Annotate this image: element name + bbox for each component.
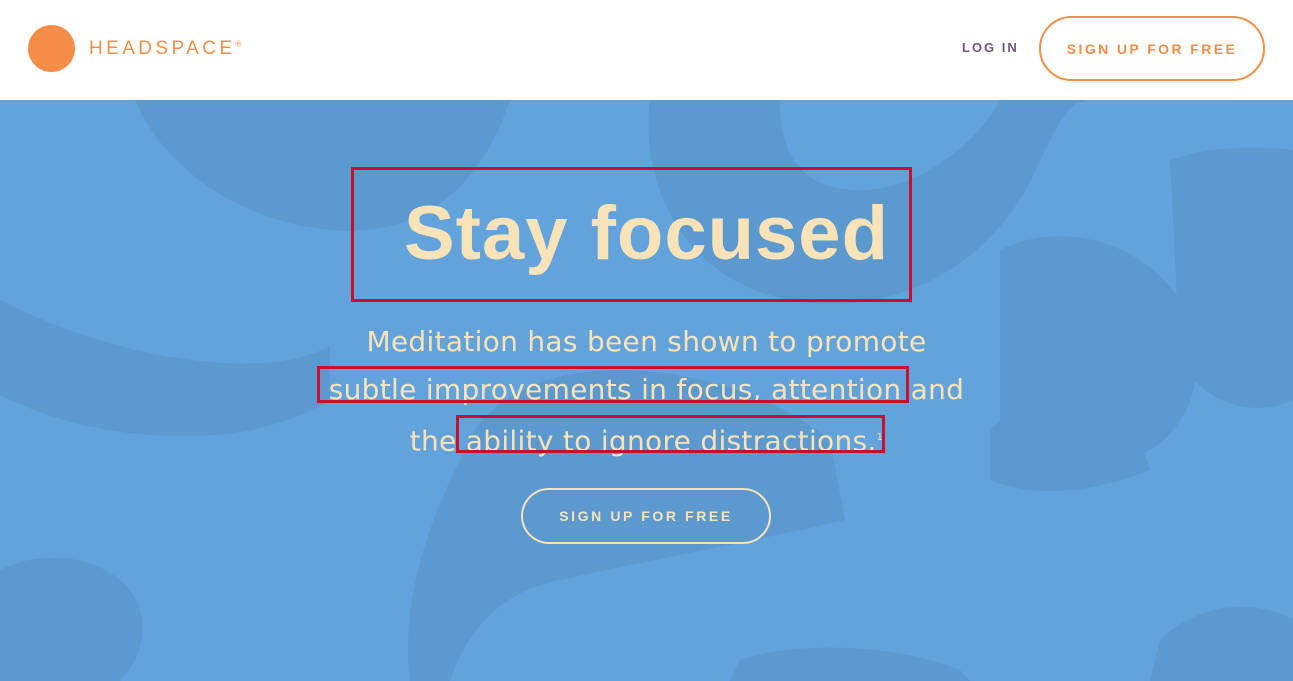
headspace-logo-link[interactable]: HEADSPACE® <box>28 25 241 72</box>
subtitle-highlight-ignore-distractions: ability to ignore distractions. <box>465 424 877 458</box>
hero-subtitle: Meditation has been shown to promote sub… <box>300 318 993 465</box>
subtitle-line-3-prefix: the <box>409 424 466 458</box>
brand-wordmark: HEADSPACE® <box>89 37 242 59</box>
login-link[interactable]: LOG IN <box>962 40 1019 55</box>
signup-hero-button[interactable]: SIGN UP FOR FREE <box>521 488 771 544</box>
site-header: HEADSPACE® LOG IN SIGN UP FOR FREE <box>0 0 1293 100</box>
orange-circle-logo-icon <box>28 25 75 72</box>
subtitle-line-1: Meditation has been shown to promote <box>366 325 927 358</box>
hero-title: Stay focused <box>403 191 890 276</box>
footnote-marker[interactable]: 1 <box>877 432 884 443</box>
subtitle-highlight-focus-attention: subtle improvements in focus, attention <box>328 373 902 406</box>
hero-section: Stay focused Meditation has been shown t… <box>0 100 1293 681</box>
signup-header-button[interactable]: SIGN UP FOR FREE <box>1039 16 1265 81</box>
subtitle-line-2-rest: and <box>901 373 965 406</box>
